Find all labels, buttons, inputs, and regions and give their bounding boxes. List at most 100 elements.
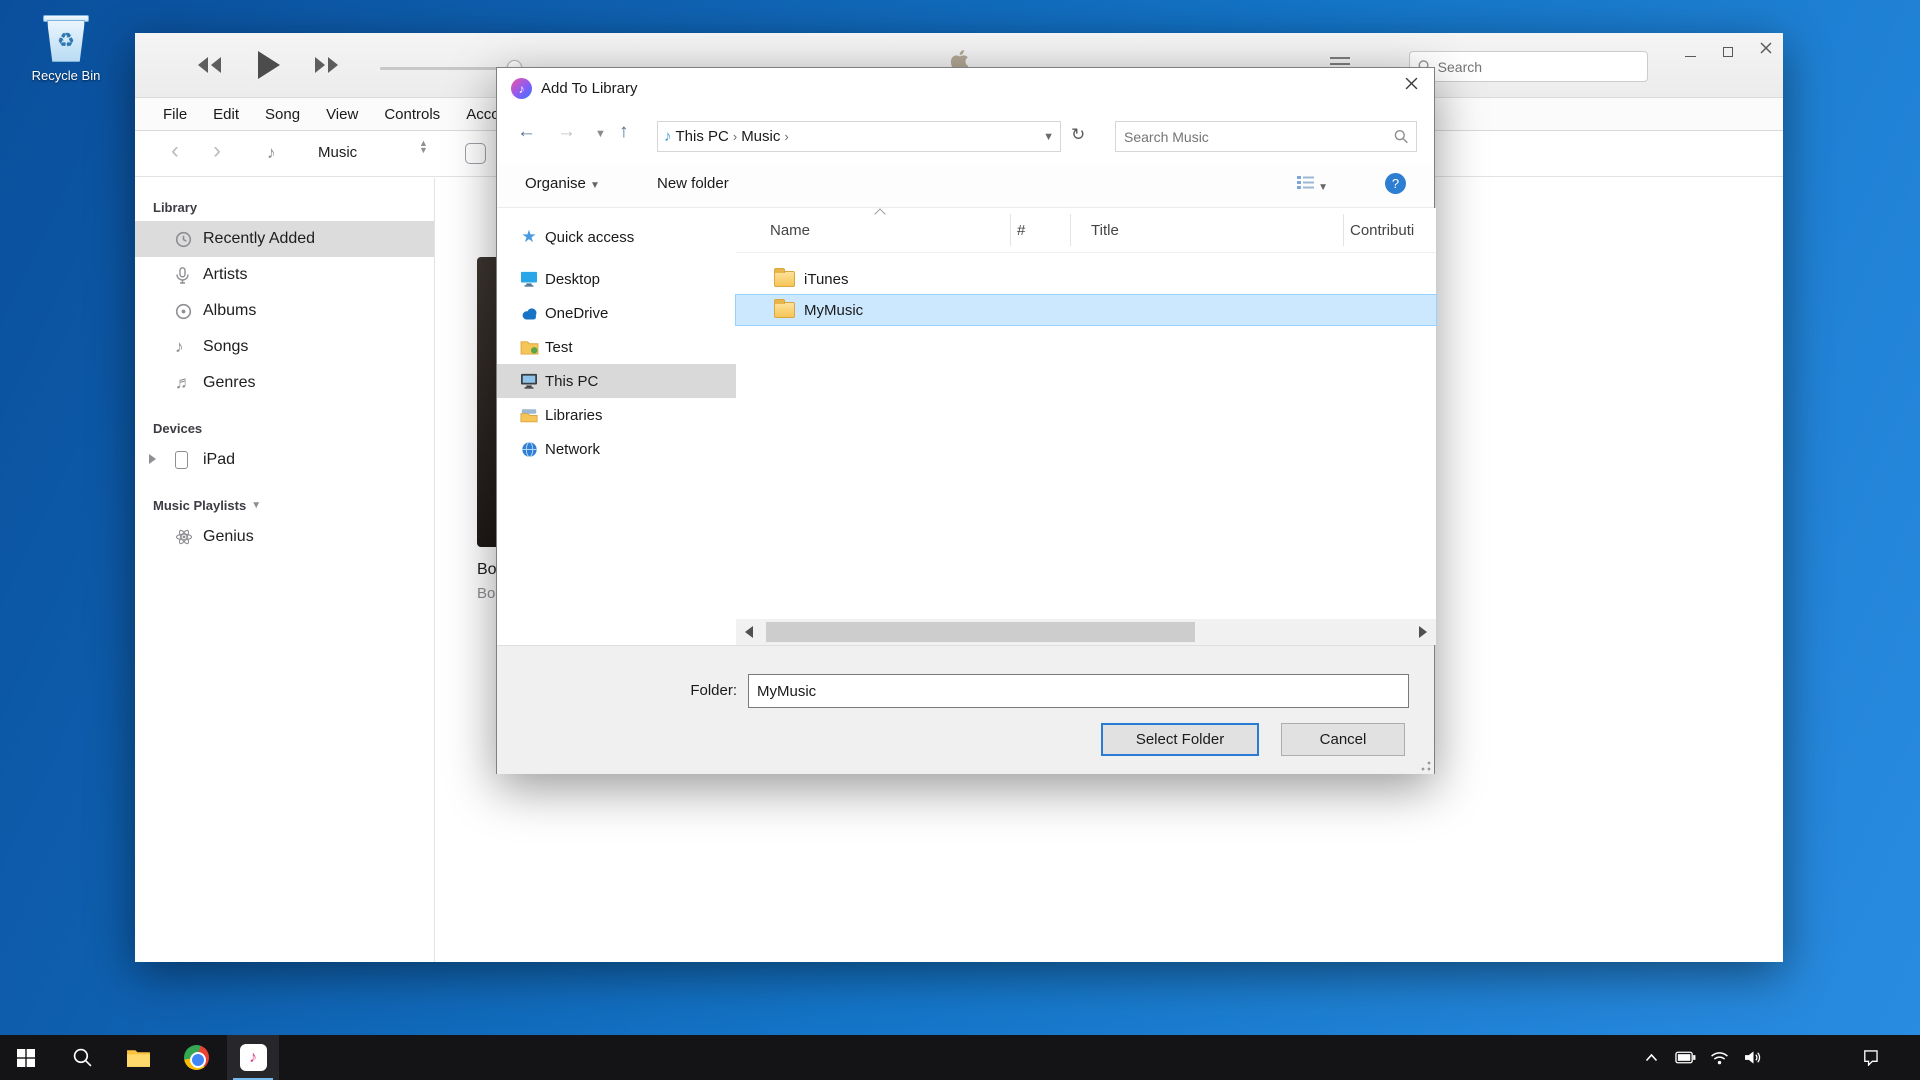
- recycle-bin[interactable]: ♻ Recycle Bin: [18, 12, 114, 83]
- star-icon: ★: [519, 227, 539, 247]
- nav-item-network[interactable]: Network: [497, 432, 736, 466]
- forward-icon[interactable]: ›: [213, 137, 221, 165]
- network-wifi-icon[interactable]: [1702, 1035, 1736, 1080]
- file-explorer-button[interactable]: [112, 1035, 164, 1080]
- music-note-icon: ♪: [175, 337, 203, 357]
- chevron-down-icon[interactable]: ▼: [251, 500, 261, 511]
- search-icon: [73, 1048, 92, 1067]
- column-number[interactable]: #: [1017, 222, 1025, 239]
- help-icon[interactable]: ?: [1385, 173, 1406, 194]
- view-options-icon[interactable]: ▼: [1297, 175, 1328, 194]
- user-folder-icon: [519, 337, 539, 357]
- taskbar-search-button[interactable]: [56, 1035, 108, 1080]
- battery-icon[interactable]: [1668, 1035, 1702, 1080]
- sidebar-item-ipad[interactable]: iPad: [135, 442, 434, 478]
- volume-icon[interactable]: [1736, 1035, 1770, 1080]
- folder-icon: [774, 271, 795, 287]
- file-row-itunes[interactable]: iTunes: [736, 264, 1436, 294]
- network-globe-icon: [519, 439, 539, 459]
- record-icon: [175, 303, 203, 320]
- sidebar-item-label: iPad: [203, 451, 235, 469]
- nav-item-onedrive[interactable]: OneDrive: [497, 296, 736, 330]
- folder-field-label: Folder:: [617, 682, 737, 699]
- system-tray: [1634, 1035, 1770, 1080]
- nav-item-libraries[interactable]: Libraries: [497, 398, 736, 432]
- column-contributing[interactable]: Contributi: [1350, 222, 1414, 239]
- maximize-button[interactable]: [1715, 37, 1741, 61]
- cancel-button[interactable]: Cancel: [1281, 723, 1405, 756]
- fast-forward-button[interactable]: [313, 55, 341, 78]
- dialog-close-icon[interactable]: [1388, 68, 1434, 102]
- nav-back-icon[interactable]: ←: [517, 121, 536, 143]
- nav-item-desktop[interactable]: Desktop: [497, 262, 736, 296]
- close-button[interactable]: [1753, 37, 1779, 61]
- nav-up-icon[interactable]: ↑: [619, 121, 629, 143]
- scrollbar-thumb[interactable]: [766, 622, 1195, 642]
- sidebar-item-genius[interactable]: Genius: [135, 519, 434, 555]
- refresh-icon[interactable]: ↻: [1071, 125, 1085, 145]
- music-note-icon: ♪: [267, 143, 276, 163]
- scroll-right-icon[interactable]: [1419, 626, 1427, 638]
- tray-chevron-icon[interactable]: [1634, 1035, 1668, 1080]
- menu-view[interactable]: View: [326, 106, 358, 123]
- breadcrumb-this-pc[interactable]: This PC: [672, 128, 733, 145]
- microphone-icon: [175, 267, 203, 284]
- sort-ascending-icon[interactable]: [874, 208, 885, 219]
- itunes-search-input[interactable]: [1438, 59, 1639, 75]
- back-icon[interactable]: ‹: [171, 137, 179, 165]
- sidebar-item-albums[interactable]: Albums: [135, 293, 434, 329]
- disclosure-triangle-icon[interactable]: [149, 454, 156, 464]
- breadcrumb-chevron-icon[interactable]: ›: [784, 129, 788, 144]
- desktop: ♻ Recycle Bin: [0, 0, 1920, 1080]
- dialog-search-input[interactable]: [1124, 129, 1394, 145]
- play-button[interactable]: [253, 49, 283, 84]
- folder-name-input[interactable]: [748, 674, 1409, 708]
- select-folder-button[interactable]: Select Folder: [1101, 723, 1259, 756]
- minimize-button[interactable]: [1677, 37, 1703, 61]
- itunes-taskbar-button[interactable]: ♪: [227, 1035, 279, 1080]
- dialog-footer: Folder: Select Folder Cancel: [497, 645, 1434, 774]
- menu-edit[interactable]: Edit: [213, 106, 239, 123]
- sidebar-item-songs[interactable]: ♪ Songs: [135, 329, 434, 365]
- nav-forward-icon[interactable]: →: [557, 121, 576, 143]
- address-bar[interactable]: ♪ This PC › Music › ▼: [657, 121, 1061, 152]
- itunes-sidebar: Library Recently Added Artists Albums: [135, 178, 435, 962]
- menu-song[interactable]: Song: [265, 106, 300, 123]
- chrome-icon: [184, 1045, 209, 1070]
- action-center-icon[interactable]: [1852, 1035, 1886, 1080]
- menu-controls[interactable]: Controls: [384, 106, 440, 123]
- scroll-left-icon[interactable]: [745, 626, 753, 638]
- sidebar-item-label: Recently Added: [203, 230, 315, 248]
- start-button[interactable]: [0, 1035, 52, 1080]
- folder-icon: [774, 302, 795, 318]
- address-dropdown-icon[interactable]: ▼: [1043, 131, 1054, 143]
- column-name[interactable]: Name: [770, 222, 810, 239]
- nav-item-test[interactable]: Test: [497, 330, 736, 364]
- breadcrumb-music[interactable]: Music: [737, 128, 784, 145]
- chrome-button[interactable]: [170, 1035, 222, 1080]
- menu-file[interactable]: File: [163, 106, 187, 123]
- nav-item-this-pc[interactable]: This PC: [497, 364, 736, 398]
- media-selector[interactable]: Music: [318, 144, 357, 161]
- sidebar-item-label: Genius: [203, 528, 254, 546]
- sidebar-item-artists[interactable]: Artists: [135, 257, 434, 293]
- sidebar-item-label: Songs: [203, 338, 248, 356]
- media-selector-stepper[interactable]: ▲▼: [419, 140, 428, 154]
- file-row-mymusic[interactable]: MyMusic: [736, 295, 1436, 325]
- search-icon: [1394, 129, 1408, 144]
- column-title[interactable]: Title: [1091, 222, 1119, 239]
- windows-logo-icon: [17, 1049, 35, 1067]
- sidebar-item-genres[interactable]: ♬ Genres: [135, 365, 434, 401]
- organise-menu-button[interactable]: Organise ▼: [525, 175, 600, 192]
- miniplayer-icon[interactable]: [465, 143, 486, 164]
- itunes-icon: ♪: [240, 1044, 267, 1071]
- sidebar-item-recently-added[interactable]: Recently Added: [135, 221, 434, 257]
- new-folder-button[interactable]: New folder: [657, 175, 729, 192]
- dialog-navigation-row: ← → ▼ ↑ ♪ This PC › Music › ▼ ↻: [497, 113, 1434, 160]
- nav-item-quick-access[interactable]: ★ Quick access: [497, 220, 736, 254]
- nav-history-chevron-icon[interactable]: ▼: [595, 128, 606, 140]
- horizontal-scrollbar[interactable]: [736, 619, 1436, 645]
- resize-grip[interactable]: [1421, 761, 1431, 771]
- rewind-button[interactable]: [195, 55, 223, 78]
- dialog-nav-pane: ★ Quick access Desktop OneDrive Test: [497, 208, 736, 619]
